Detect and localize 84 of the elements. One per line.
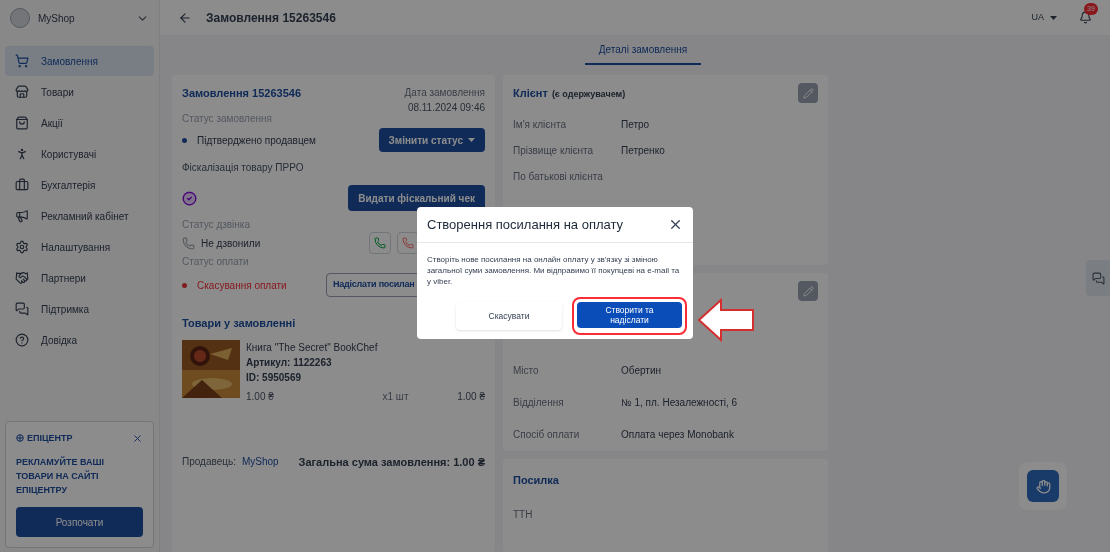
product-name: Книга "The Secret" BookChef	[246, 340, 379, 355]
section-title: Товари у замовленні	[182, 316, 297, 331]
sidebar-item[interactable]: Рекламний кабінет	[5, 201, 154, 231]
help-icon	[15, 333, 29, 347]
field-label: Спосіб оплати	[513, 427, 581, 442]
product-price: 1.00 ₴	[246, 389, 274, 404]
product-sku: Артикул: 1122263	[246, 355, 333, 370]
brand-logo: ЕПІЦЕНТР	[27, 431, 73, 445]
sidebar-item[interactable]: Акції	[5, 108, 154, 138]
date-label: Дата замовлення	[404, 86, 485, 100]
field-value: Петро	[621, 117, 650, 132]
start-button[interactable]: Розпочати	[16, 507, 143, 537]
help-fab[interactable]	[1019, 462, 1067, 510]
sidebar-item[interactable]: Бухгалтерія	[5, 170, 154, 200]
chat-icon[interactable]	[1091, 271, 1105, 285]
field-label: По батькові клієнта	[513, 169, 604, 184]
caret-icon	[1050, 15, 1057, 20]
language-selector[interactable]: UA	[1031, 10, 1057, 25]
field-label: ТТН	[513, 507, 534, 522]
person-icon	[15, 147, 29, 161]
field-label: Місто	[513, 363, 540, 378]
sidebar-item[interactable]: Підтримка	[5, 294, 154, 324]
order-total: Загальна сума замовлення: 1.00 ₴	[298, 454, 485, 470]
sidebar-item[interactable]: Довідка	[5, 325, 154, 355]
close-icon[interactable]	[668, 217, 683, 232]
sidebar-item[interactable]: Користувачі	[5, 139, 154, 169]
megaphone-icon	[15, 209, 29, 223]
edit-button[interactable]	[798, 83, 818, 103]
check-icon	[182, 190, 197, 206]
gear-icon	[15, 240, 29, 254]
pencil-icon	[802, 285, 814, 297]
logo-icon	[16, 434, 24, 443]
tab[interactable]: Деталі замовлення	[584, 42, 702, 65]
cancel-button[interactable]: Скасувати	[456, 302, 562, 330]
promo-text: РЕКЛАМУЙТЕ ВАШІ ТОВАРИ НА САЙТІ ЕПІЦЕНТРУ	[16, 455, 105, 497]
product-id: ID: 5950569	[246, 370, 303, 385]
create-send-button[interactable]: Створити та надіслати	[577, 302, 682, 328]
call-status: Не дзвонили	[201, 236, 261, 251]
briefcase-icon	[15, 178, 29, 192]
field-value: Петренко	[621, 143, 665, 158]
card-note: (є одержувачем)	[551, 87, 626, 101]
handshake-icon	[15, 271, 29, 285]
dialog-title: Створення посилання на оплату	[427, 215, 624, 234]
phone-icon	[402, 237, 414, 249]
product-total: 1.00 ₴	[457, 389, 485, 404]
shop-name[interactable]: MyShop	[38, 10, 128, 26]
caret-icon	[468, 138, 475, 142]
phone-icon	[374, 237, 386, 249]
field-label: Ім'я клієнта	[513, 117, 567, 132]
seller-label: Продавець:	[182, 455, 236, 470]
order-status: Підтверджено продавцем	[197, 133, 316, 148]
phone-icon	[182, 236, 195, 250]
cart-icon	[15, 54, 29, 68]
avatar	[10, 8, 30, 28]
hand-icon	[1035, 478, 1051, 494]
store-icon	[15, 85, 29, 99]
order-title: Замовлення 15263546	[182, 86, 301, 101]
field-value: Оплата через Monobank	[621, 427, 734, 442]
sidebar-item[interactable]: Товари	[5, 77, 154, 107]
arrow-drawing	[697, 298, 755, 342]
field-label: Фіскалізація товару ПРРО	[182, 161, 304, 175]
change-status-button[interactable]: Змінити статус	[378, 128, 485, 152]
fiscal-receipt-button[interactable]: Видати фіскальний чек	[348, 185, 485, 211]
field-value: Обертин	[621, 363, 661, 378]
sidebar-item[interactable]: Налаштування	[5, 232, 154, 262]
pencil-icon	[802, 87, 814, 99]
product-quantity: x1 шт	[382, 389, 409, 404]
bag-icon	[15, 116, 29, 130]
field-label: Відділення	[513, 395, 565, 410]
page-title: Замовлення 15263546	[206, 9, 337, 27]
dialog-text: Створіть нове посилання на онлайн оплату у зв'язку зі зміною загальної суми замовлення. Ми відправимо її покупцеві на e-mail та у viber.	[426, 254, 681, 287]
order-date: 08.11.2024 09:46	[407, 101, 485, 115]
sidebar-item[interactable]: Партнери	[5, 263, 154, 293]
back-icon[interactable]	[178, 10, 192, 25]
chat-icon	[15, 302, 29, 316]
payment-status: Скасування оплати	[197, 278, 287, 293]
seller-link[interactable]: MyShop	[241, 454, 279, 470]
bell-icon[interactable]	[1079, 11, 1092, 24]
field-value: № 1, пл. Незалежності, 6	[621, 395, 738, 410]
card-title: Клієнт	[513, 85, 548, 101]
sidebar-item[interactable]: Замовлення	[5, 46, 154, 76]
edit-button[interactable]	[798, 281, 818, 301]
field-label: Прізвище клієнта	[513, 143, 595, 158]
card-title: Посилка	[513, 474, 559, 486]
